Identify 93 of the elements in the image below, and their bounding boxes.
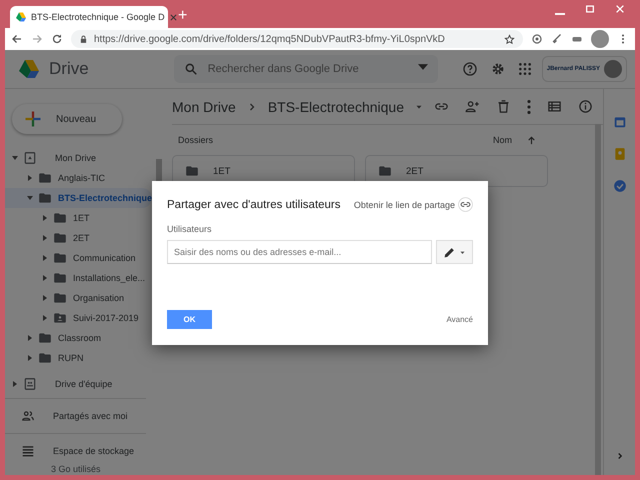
permission-dropdown[interactable] <box>436 240 473 264</box>
help-icon <box>462 61 478 77</box>
expand-arrow-icon[interactable] <box>41 214 49 222</box>
sort-label[interactable]: Nom <box>492 135 512 145</box>
tree-item[interactable]: Suivi-2017-2019 <box>5 308 152 328</box>
storage-usage: 3 Go utilisés <box>50 464 102 474</box>
drive-logo-icon <box>17 57 41 81</box>
tree-item[interactable]: Anglais-TIC <box>5 168 152 188</box>
back-arrow-icon <box>11 33 23 45</box>
expand-arrow-icon[interactable] <box>41 234 49 242</box>
brush-icon <box>551 33 563 45</box>
star-icon <box>504 34 515 44</box>
share-link-button[interactable]: Obtenir le lien de partage <box>354 197 473 212</box>
email-input-field[interactable]: Saisir des noms ou des adresses e-mail... <box>167 240 432 264</box>
info-icon <box>578 99 593 114</box>
tree-item[interactable]: RUPN <box>5 348 152 368</box>
folder-icon <box>38 191 52 205</box>
expand-arrow-icon[interactable] <box>41 294 49 302</box>
advanced-link[interactable]: Avancé <box>446 315 473 324</box>
storage-list-icon <box>21 444 35 458</box>
breadcrumb-item[interactable]: Mon Drive <box>172 98 236 114</box>
trash-icon <box>496 99 511 114</box>
new-button[interactable]: Nouveau <box>12 104 122 134</box>
settings-icon <box>490 61 506 77</box>
search-field[interactable]: Rechercher dans Google Drive <box>174 55 438 83</box>
calendar-icon <box>612 115 626 129</box>
section-heading: Dossiers <box>178 135 214 145</box>
folder-icon <box>53 291 67 305</box>
storage-item[interactable]: Espace de stockage <box>5 438 156 464</box>
folder-icon <box>53 231 67 245</box>
folder-icon <box>38 351 52 365</box>
expand-arrow-icon[interactable] <box>26 174 34 182</box>
shared-with-me-item[interactable]: Partagés avec moi <box>5 403 156 429</box>
close-icon <box>168 12 178 22</box>
folder-icon <box>38 331 52 345</box>
plus-icon <box>24 110 42 128</box>
breadcrumb-item[interactable]: BTS-Electrotechnique <box>268 98 404 114</box>
expand-arrow-icon[interactable] <box>41 274 49 282</box>
team-drive-icon <box>23 377 37 391</box>
dropdown-caret-icon <box>418 64 428 70</box>
dropdown-caret-icon <box>459 248 466 256</box>
extension-icon <box>531 33 543 45</box>
shared-folder-icon <box>53 311 67 325</box>
tree-item[interactable]: Classroom <box>5 328 152 348</box>
expand-arrow-icon[interactable] <box>26 354 34 362</box>
drive-icon <box>23 151 37 165</box>
folder-icon <box>378 164 392 178</box>
expand-arrow-icon[interactable] <box>41 254 49 262</box>
apps-grid-icon <box>518 62 532 76</box>
lock-icon <box>79 34 88 44</box>
minimize-icon <box>555 13 565 15</box>
new-tab-button[interactable]: + <box>178 7 188 25</box>
dialog-title: Partager avec d'autres utilisateurs <box>167 198 341 210</box>
tree-item[interactable]: Organisation <box>5 288 152 308</box>
expand-arrow-icon[interactable] <box>11 380 19 388</box>
folder-icon <box>53 271 67 285</box>
expand-arrow-icon[interactable] <box>26 334 34 342</box>
folder-icon <box>38 171 52 185</box>
search-icon <box>184 62 198 76</box>
folder-icon <box>53 251 67 265</box>
tree-item[interactable]: Drive d'équipe <box>5 374 152 394</box>
ok-button[interactable]: OK <box>167 310 212 329</box>
people-icon <box>21 409 35 423</box>
collapse-arrow-icon[interactable] <box>26 194 34 202</box>
keep-note-icon <box>612 147 626 161</box>
add-person-icon <box>465 99 480 114</box>
drive-logo-icon <box>15 11 27 23</box>
list-view-icon <box>547 99 562 114</box>
tree-item[interactable]: Installations_ele... <box>5 268 152 288</box>
tree-item[interactable]: 2ET <box>5 228 152 248</box>
users-label: Utilisateurs <box>167 224 213 234</box>
tree-item[interactable]: 1ET <box>5 208 152 228</box>
link-icon <box>458 197 473 212</box>
collapse-arrow-icon[interactable] <box>11 154 19 162</box>
tree-item[interactable]: Communication <box>5 248 152 268</box>
expand-arrow-icon[interactable] <box>41 314 49 322</box>
maximize-icon <box>585 4 595 14</box>
folder-icon <box>185 164 200 178</box>
tree-item[interactable]: Mon Drive <box>5 148 152 168</box>
folder-icon <box>53 211 67 225</box>
address-bar[interactable]: https://drive.google.com/drive/folders/12qmq5NDubVPautR3-bfmy-YiL0spnVkD <box>71 30 523 48</box>
sort-up-arrow-icon <box>526 134 537 146</box>
close-icon <box>615 4 625 14</box>
scrollbar[interactable] <box>595 124 601 475</box>
tasks-check-icon <box>612 179 626 193</box>
pencil-icon <box>443 246 456 258</box>
tab-title: BTS-Electrotechnique - Google D <box>31 12 165 22</box>
reload-icon <box>51 33 63 45</box>
profile-avatar[interactable] <box>591 30 609 48</box>
app-name: Drive <box>49 59 89 79</box>
forward-arrow-icon <box>31 33 43 45</box>
more-vertical-icon <box>527 100 531 114</box>
tree-item[interactable]: BTS-Electrotechnique <box>5 188 152 208</box>
